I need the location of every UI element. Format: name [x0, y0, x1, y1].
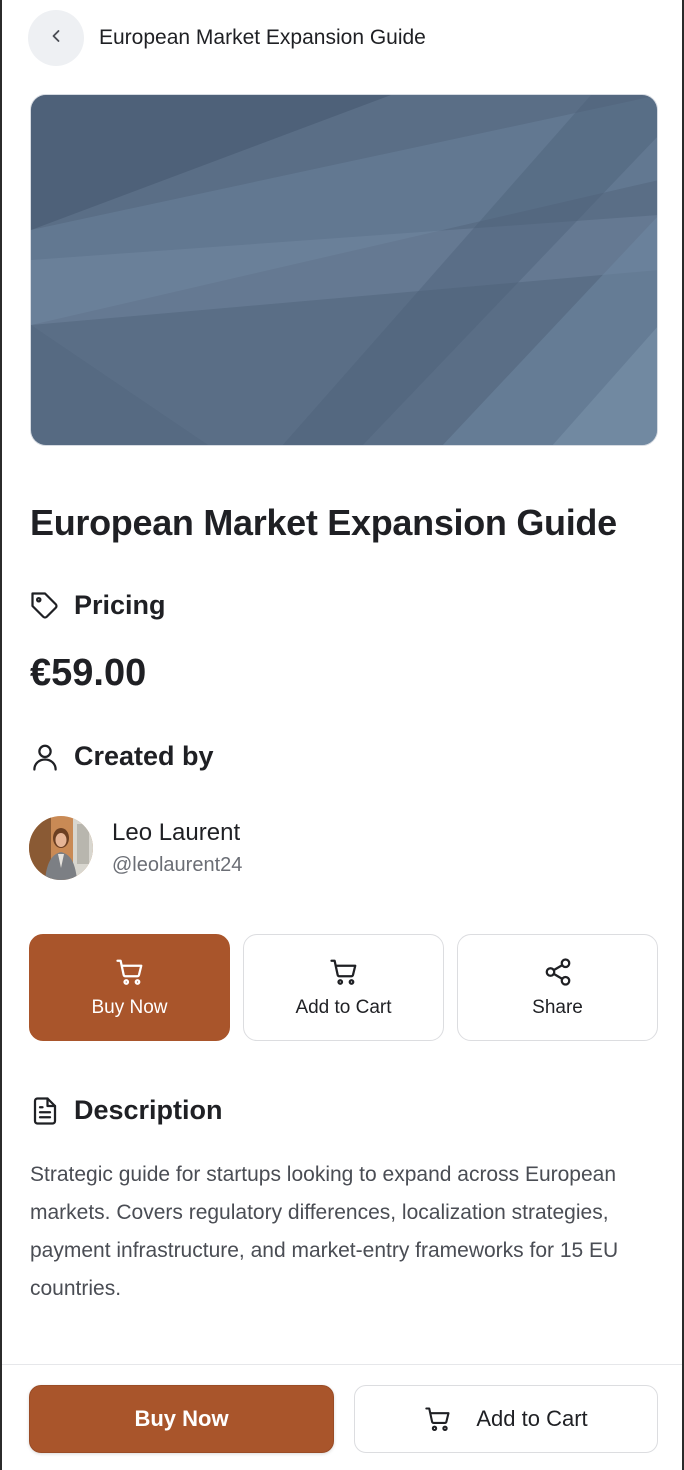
action-buttons: Buy Now Add to Cart Share [29, 934, 658, 1041]
product-cover-image [30, 94, 658, 446]
share-icon [543, 957, 573, 987]
top-bar: European Market Expansion Guide [28, 10, 426, 66]
cart-icon [424, 1405, 452, 1433]
description-heading: Description [30, 1095, 223, 1126]
created-by-label: Created by [74, 741, 214, 771]
product-title: European Market Expansion Guide [30, 502, 617, 543]
bottom-add-to-cart-label: Add to Cart [476, 1406, 588, 1431]
share-button[interactable]: Share [457, 934, 658, 1041]
header-title: European Market Expansion Guide [99, 26, 426, 49]
tag-icon [30, 591, 60, 621]
document-icon [30, 1096, 60, 1126]
avatar[interactable] [29, 816, 93, 880]
pricing-heading: Pricing [30, 590, 166, 621]
pricing-label: Pricing [74, 590, 166, 620]
bottom-add-to-cart-button[interactable]: Add to Cart [354, 1385, 658, 1453]
bottom-action-bar: Buy Now Add to Cart [2, 1364, 682, 1470]
description-label: Description [74, 1095, 223, 1125]
creator-handle: @leolaurent24 [112, 854, 243, 876]
cart-icon [329, 957, 359, 987]
add-to-cart-button[interactable]: Add to Cart [243, 934, 444, 1041]
buy-now-button[interactable]: Buy Now [29, 934, 230, 1041]
price: €59.00 [30, 652, 147, 694]
bottom-buy-now-button[interactable]: Buy Now [29, 1385, 334, 1453]
share-label: Share [532, 996, 583, 1018]
back-button[interactable] [28, 10, 84, 66]
product-page: European Market Expansion Guide European… [0, 0, 684, 1470]
add-to-cart-label: Add to Cart [295, 996, 392, 1018]
chevron-left-icon [46, 26, 66, 51]
buy-now-label: Buy Now [91, 996, 168, 1018]
created-by-heading: Created by [30, 741, 214, 772]
creator-name: Leo Laurent [112, 819, 241, 846]
creator-profile[interactable]: Leo Laurent @leolaurent24 [29, 816, 242, 880]
user-icon [30, 742, 60, 772]
bottom-buy-now-label: Buy Now [134, 1406, 229, 1431]
cart-icon [115, 957, 145, 987]
description-text: Strategic guide for startups looking to … [30, 1163, 619, 1300]
